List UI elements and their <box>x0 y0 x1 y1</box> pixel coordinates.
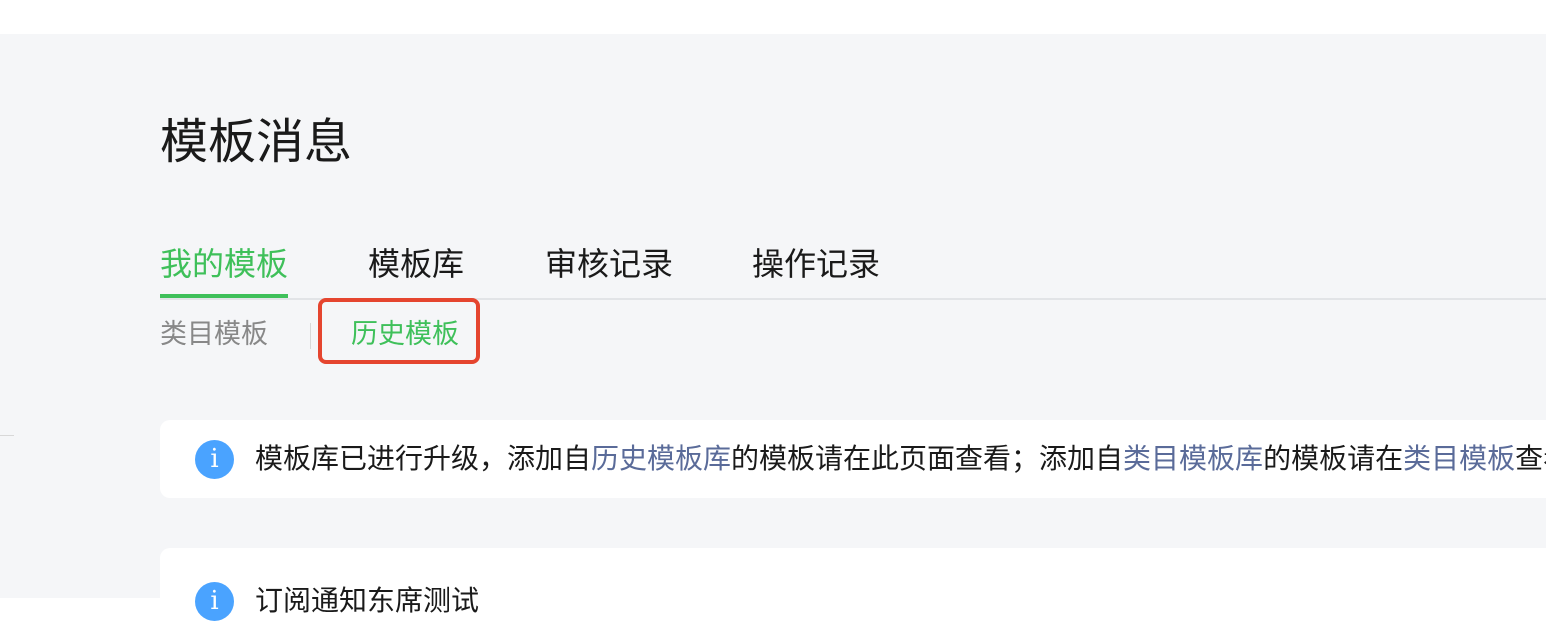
subtab-history-templates[interactable]: 历史模板 <box>351 316 459 354</box>
top-bar <box>0 0 1546 34</box>
info-icon: i <box>195 440 234 479</box>
template-card[interactable]: i 订阅通知东席测试 <box>160 548 1546 628</box>
tab-my-templates[interactable]: 我的模板 <box>160 242 288 286</box>
notice-text-part: 查看 <box>1515 442 1546 475</box>
page-title: 模板消息 <box>160 114 353 170</box>
category-templates-link[interactable]: 类目模板 <box>1403 442 1515 475</box>
template-card-title: 订阅通知东席测试 <box>255 584 480 617</box>
subtab-category-templates[interactable]: 类目模板 <box>160 316 268 354</box>
notice-text-part: 模板库已进行升级，添加自 <box>255 442 592 475</box>
tab-review-records[interactable]: 审核记录 <box>545 242 673 286</box>
upgrade-notice: i 模板库已进行升级，添加自历史模板库的模板请在此页面查看；添加自类目模板库的模… <box>160 420 1546 498</box>
info-icon: i <box>195 582 234 621</box>
subtab-bar: 类目模板 历史模板 <box>160 298 760 370</box>
notice-text-part: 的模板请在 <box>1263 442 1404 475</box>
subtab-separator <box>310 323 311 349</box>
history-template-library-link[interactable]: 历史模板库 <box>591 442 731 475</box>
category-template-library-link[interactable]: 类目模板库 <box>1123 442 1263 475</box>
notice-text-part: 的模板请在此页面查看；添加自 <box>731 442 1124 475</box>
tab-bar: 我的模板 模板库 审核记录 操作记录 <box>160 232 1546 300</box>
tab-operation-records[interactable]: 操作记录 <box>752 242 880 286</box>
notice-text: 模板库已进行升级，添加自历史模板库的模板请在此页面查看；添加自类目模板库的模板请… <box>255 440 1546 478</box>
tab-template-library[interactable]: 模板库 <box>368 242 464 286</box>
sidebar-divider <box>0 435 14 436</box>
